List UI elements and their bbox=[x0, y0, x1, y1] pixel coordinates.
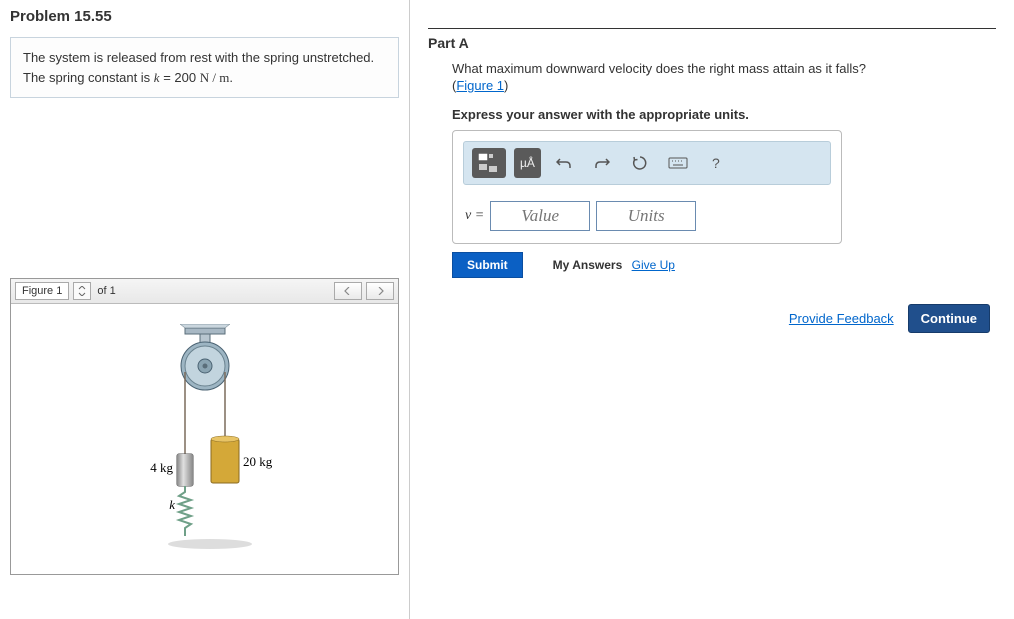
keyboard-button[interactable] bbox=[663, 149, 693, 177]
submit-button[interactable]: Submit bbox=[452, 252, 523, 278]
pulley-diagram: 4 kg 20 kg k bbox=[115, 324, 295, 554]
figure-prev-button[interactable] bbox=[334, 282, 362, 300]
action-row: Submit My Answers Give Up bbox=[452, 252, 996, 278]
figure-next-button[interactable] bbox=[366, 282, 394, 300]
spring-label: k bbox=[169, 497, 175, 512]
reset-button[interactable] bbox=[625, 149, 655, 177]
figure-label: Figure 1 bbox=[15, 282, 69, 300]
figure-body: 4 kg 20 kg k bbox=[11, 304, 398, 574]
value-input[interactable] bbox=[490, 201, 590, 231]
divider bbox=[428, 28, 996, 29]
my-answers-label: My Answers bbox=[553, 258, 623, 272]
mass-right-label: 20 kg bbox=[243, 454, 273, 469]
problem-title: Problem 15.55 bbox=[10, 8, 399, 25]
figure-count: of 1 bbox=[97, 285, 115, 297]
answer-box: µÅ ? v = bbox=[452, 130, 842, 244]
figure-selector[interactable] bbox=[73, 282, 91, 300]
equals-text: = 200 bbox=[160, 70, 200, 85]
question-text: What maximum downward velocity does the … bbox=[452, 61, 996, 76]
units-text: N / m bbox=[200, 70, 230, 85]
redo-button[interactable] bbox=[587, 149, 617, 177]
undo-button[interactable] bbox=[549, 149, 579, 177]
instruction-text: Express your answer with the appropriate… bbox=[452, 107, 996, 122]
give-up-link[interactable]: Give Up bbox=[632, 258, 675, 272]
part-title: Part A bbox=[428, 35, 996, 51]
figure-panel: Figure 1 of 1 bbox=[10, 278, 399, 575]
answer-toolbar: µÅ ? bbox=[463, 141, 831, 185]
figure-header: Figure 1 of 1 bbox=[11, 279, 398, 304]
provide-feedback-link[interactable]: Provide Feedback bbox=[789, 311, 894, 326]
footer-row: Provide Feedback Continue bbox=[428, 304, 996, 333]
figure-link[interactable]: Figure 1 bbox=[456, 78, 504, 93]
variable-label: v = bbox=[465, 208, 484, 224]
units-input[interactable] bbox=[596, 201, 696, 231]
input-row: v = bbox=[463, 197, 831, 233]
help-button[interactable]: ? bbox=[701, 149, 731, 177]
units-button[interactable]: µÅ bbox=[514, 148, 541, 178]
template-button[interactable] bbox=[472, 148, 506, 178]
problem-statement: The system is released from rest with th… bbox=[10, 37, 399, 98]
period: . bbox=[229, 70, 233, 85]
mass-left-label: 4 kg bbox=[150, 460, 173, 475]
continue-button[interactable]: Continue bbox=[908, 304, 990, 333]
